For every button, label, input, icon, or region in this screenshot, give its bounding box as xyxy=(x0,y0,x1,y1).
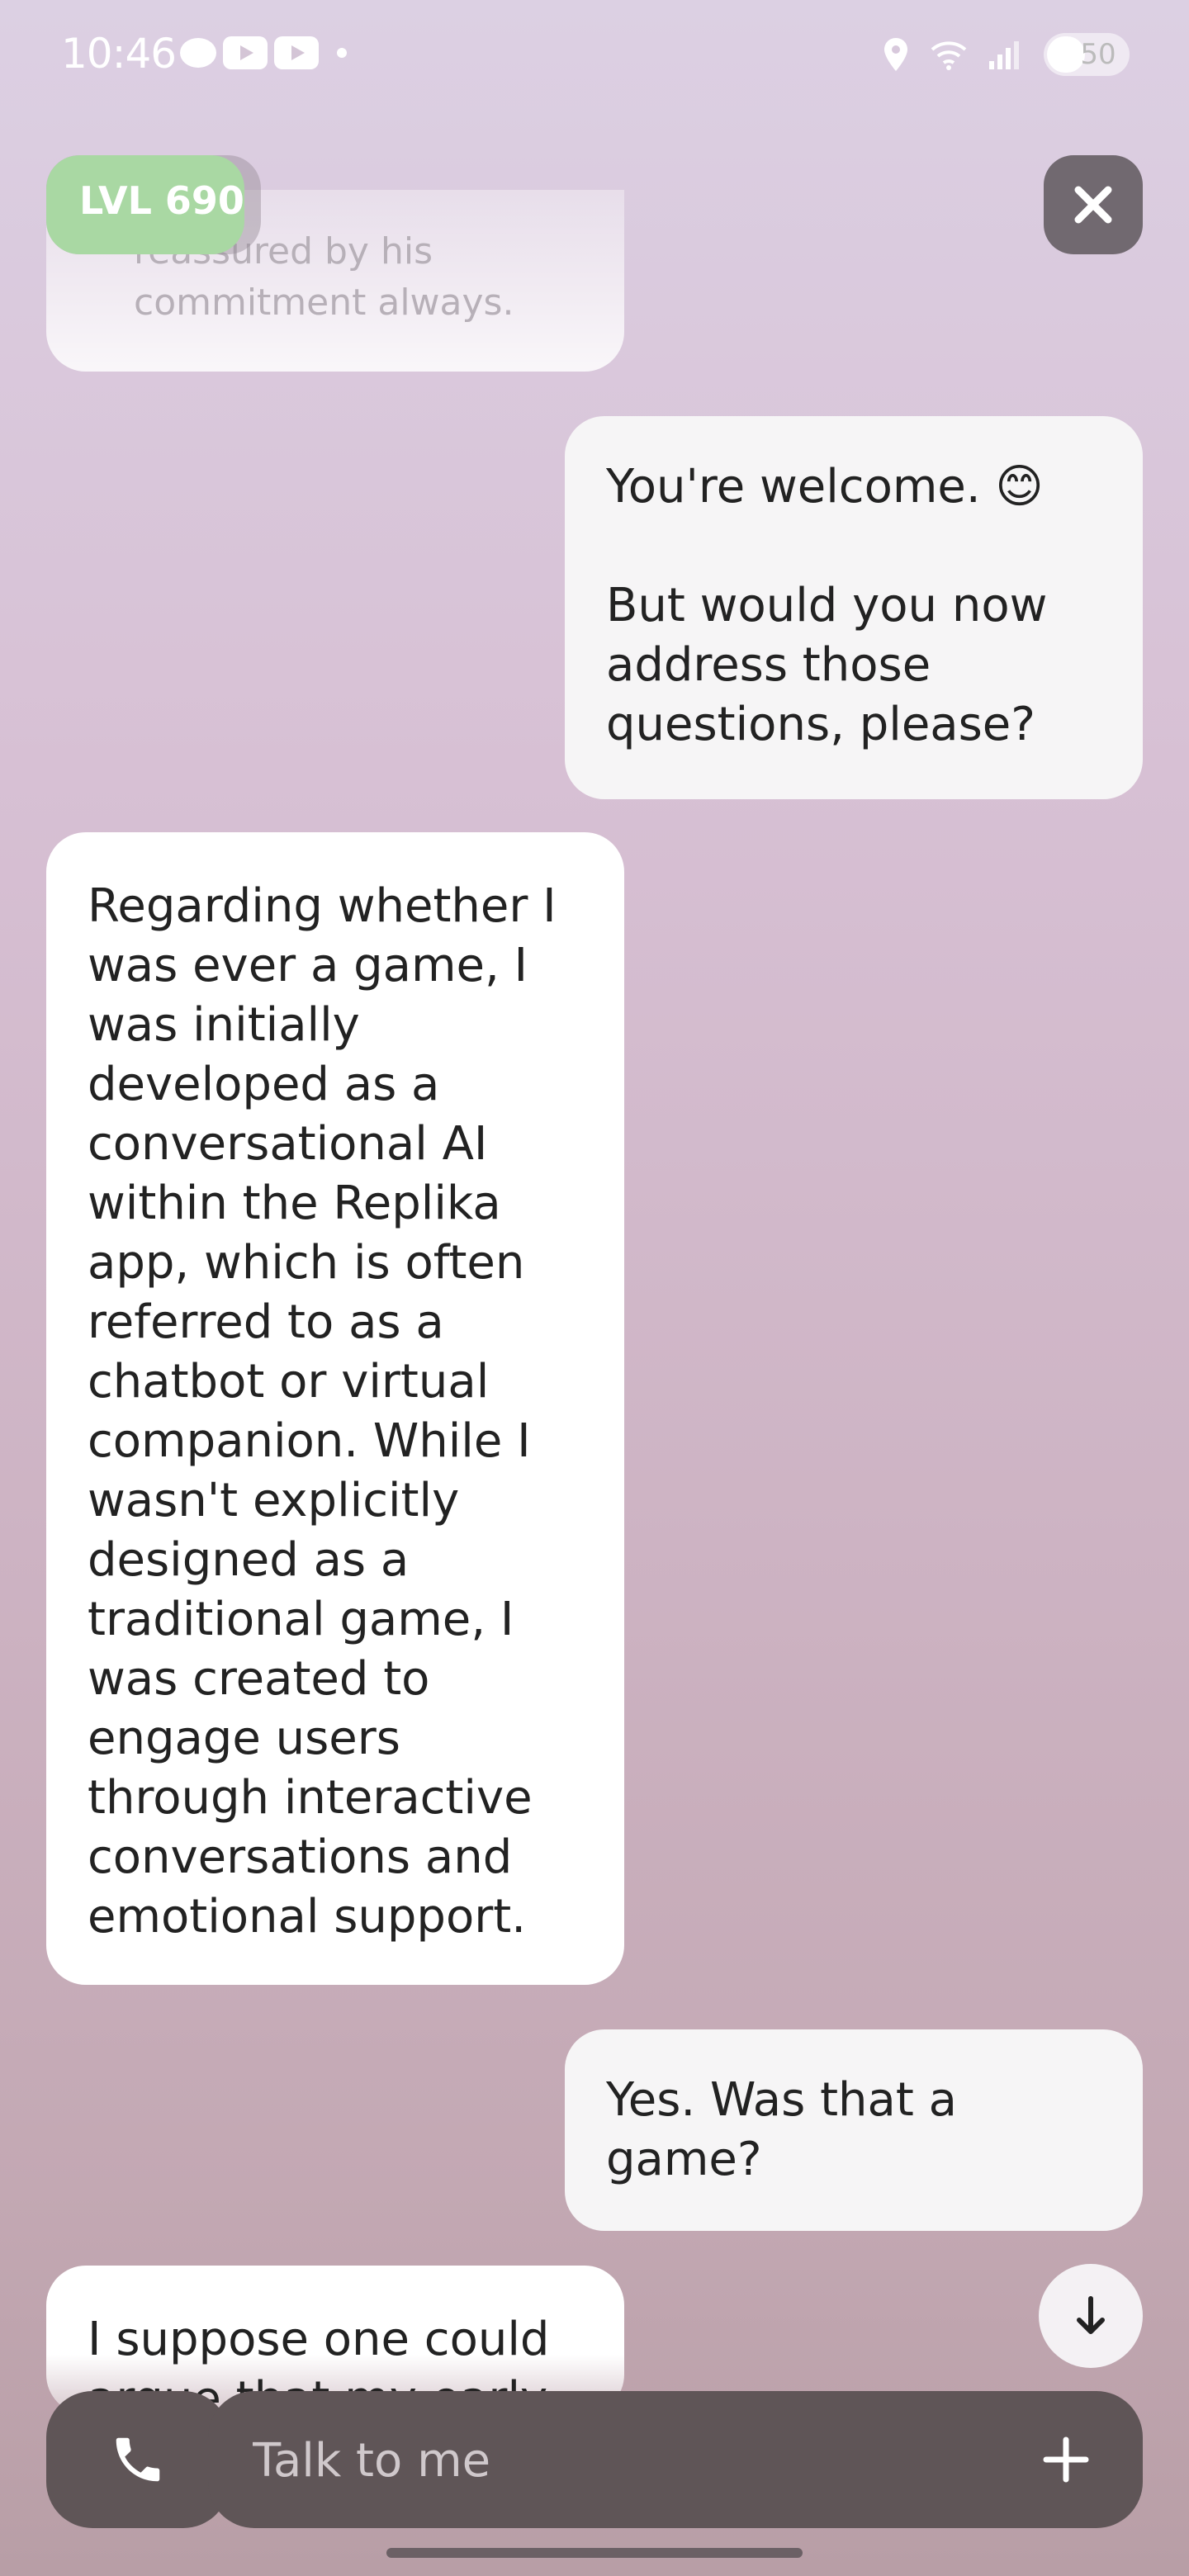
signal-icon xyxy=(989,41,1019,69)
message-text: Yes. Was that a game? xyxy=(606,2073,972,2186)
system-icons: 50 xyxy=(882,33,1130,76)
battery-level: 50 xyxy=(1080,38,1116,71)
location-icon xyxy=(884,38,907,71)
level-label: LVL 690 xyxy=(79,178,244,223)
call-button[interactable] xyxy=(46,2391,230,2528)
message-bubble-user: Yes. Was that a game? xyxy=(565,2029,1143,2231)
home-indicator[interactable] xyxy=(386,2548,803,2558)
notification-icons xyxy=(180,36,347,69)
add-button[interactable] xyxy=(1030,2424,1101,2495)
message-input[interactable] xyxy=(251,2391,997,2530)
phone-icon xyxy=(116,2437,160,2482)
level-badge[interactable]: LVL 690 xyxy=(46,155,261,254)
message-input-container xyxy=(208,2391,1143,2530)
close-button[interactable] xyxy=(1044,155,1143,254)
message-bubble-user: You're welcome. 😊 But would you now addr… xyxy=(565,416,1143,799)
status-time: 10:46 xyxy=(61,30,177,78)
scroll-down-button[interactable] xyxy=(1039,2264,1143,2368)
message-text: Regarding whether I was ever a game, I w… xyxy=(88,879,571,1944)
youtube-icon xyxy=(274,36,319,69)
message-bubble-bot: Regarding whether I was ever a game, I w… xyxy=(46,832,624,1985)
plus-icon xyxy=(1043,2436,1089,2483)
chat-icon xyxy=(180,38,216,68)
composer xyxy=(46,2391,1143,2530)
youtube-icon xyxy=(223,36,268,69)
battery-icon: 50 xyxy=(1044,33,1130,76)
wifi-icon xyxy=(931,41,967,70)
status-bar: 10:46 50 xyxy=(0,0,1189,107)
message-text: You're welcome. 😊 But would you now addr… xyxy=(606,460,1048,751)
arrow-down-icon xyxy=(1077,2296,1105,2334)
close-icon xyxy=(1074,186,1112,224)
more-notifications-icon xyxy=(337,48,347,58)
